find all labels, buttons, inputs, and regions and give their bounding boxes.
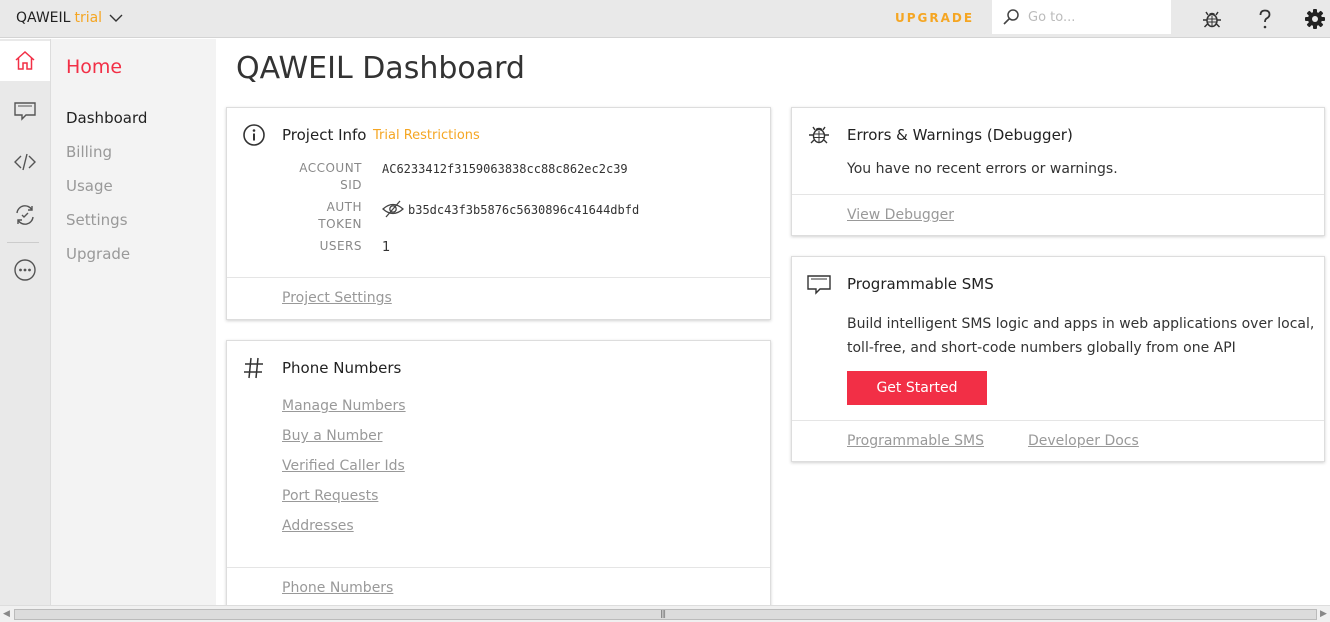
sidebar-item-billing[interactable]: Billing (66, 143, 112, 161)
account-sid-label: ACCOUNT SID (299, 161, 362, 192)
account-name: QAWEIL (16, 10, 71, 26)
scrollbar-grip-icon: ||| (660, 609, 666, 618)
debugger-button[interactable] (1201, 8, 1223, 30)
eye-slash-icon (382, 200, 404, 218)
rail-more[interactable] (0, 250, 50, 290)
users-value: 1 (382, 240, 391, 255)
account-sid-value[interactable]: AC6233412f3159063838cc88c862ec2c39 (382, 162, 628, 176)
bug-icon (1203, 11, 1221, 28)
phone-numbers-footer-link[interactable]: Phone Numbers (282, 580, 393, 596)
sidebar: Home Dashboard Billing Usage Settings Up… (51, 39, 216, 605)
search-box[interactable] (992, 0, 1171, 34)
chat-icon (806, 271, 832, 297)
upgrade-link[interactable]: UPGRADE (895, 11, 974, 25)
chat-icon (14, 102, 36, 121)
horizontal-scrollbar[interactable]: ◀ ||| ▶ (0, 605, 1330, 622)
rail-runtime[interactable] (0, 195, 50, 235)
phone-numbers-card: Phone Numbers Manage Numbers Buy a Numbe… (226, 340, 771, 605)
hash-icon (241, 355, 267, 381)
info-icon (241, 122, 267, 148)
help-icon (1259, 9, 1271, 29)
sms-description: Build intelligent SMS logic and apps in … (847, 316, 1315, 356)
programmable-sms-card: Programmable SMS Build intelligent SMS l… (791, 256, 1325, 462)
icon-rail (0, 39, 51, 605)
developer-docs-link[interactable]: Developer Docs (1028, 433, 1139, 449)
more-icon (14, 259, 36, 281)
project-info-card: Project Info Trial Restrictions ACCOUNT … (226, 107, 771, 320)
buy-number-link[interactable]: Buy a Number (282, 428, 382, 444)
users-label: USERS (319, 239, 362, 253)
programmable-sms-title: Programmable SMS (847, 275, 994, 293)
addresses-link[interactable]: Addresses (282, 518, 354, 534)
port-requests-link[interactable]: Port Requests (282, 488, 378, 504)
page-title: QAWEIL Dashboard (236, 51, 525, 86)
help-button[interactable] (1254, 8, 1276, 30)
account-switcher[interactable]: QAWEIL trial (16, 10, 123, 26)
verified-caller-ids-link[interactable]: Verified Caller Ids (282, 458, 405, 474)
rail-developer[interactable] (0, 142, 50, 182)
top-bar: QAWEIL trial UPGRADE (0, 0, 1330, 38)
account-type: trial (74, 10, 103, 26)
project-info-title: Project Info (282, 126, 367, 144)
main-content: QAWEIL Dashboard Project Info Trial Rest… (216, 39, 1330, 605)
gear-icon (1305, 9, 1325, 29)
phone-numbers-title: Phone Numbers (282, 359, 402, 377)
search-input[interactable] (1028, 9, 1158, 25)
sidebar-item-usage[interactable]: Usage (66, 177, 113, 195)
project-settings-link[interactable]: Project Settings (282, 290, 392, 306)
rail-messaging[interactable] (0, 91, 50, 131)
settings-button[interactable] (1304, 8, 1326, 30)
auth-token-value[interactable]: b35dc43f3b5876c5630896c41644dbfd (408, 203, 639, 217)
sidebar-item-settings[interactable]: Settings (66, 211, 128, 229)
scroll-left-arrow[interactable]: ◀ (3, 609, 10, 619)
rail-divider (7, 242, 39, 243)
sync-icon (16, 205, 34, 225)
card-footer: Project Settings (227, 277, 770, 320)
code-icon (14, 153, 36, 171)
toggle-token-visibility[interactable] (382, 199, 404, 219)
trial-restrictions-link[interactable]: Trial Restrictions (373, 128, 480, 143)
manage-numbers-link[interactable]: Manage Numbers (282, 398, 406, 414)
home-icon (15, 50, 35, 70)
sidebar-item-dashboard[interactable]: Dashboard (66, 109, 147, 127)
errors-warnings-card: Errors & Warnings (Debugger) You have no… (791, 107, 1325, 236)
card-footer: View Debugger (792, 194, 1324, 236)
programmable-sms-link[interactable]: Programmable SMS (847, 433, 984, 449)
search-icon (1003, 9, 1019, 25)
errors-warnings-title: Errors & Warnings (Debugger) (847, 126, 1073, 144)
sidebar-item-upgrade[interactable]: Upgrade (66, 245, 130, 263)
auth-token-label: AUTH TOKEN (318, 200, 362, 231)
bug-icon (806, 122, 832, 148)
scroll-right-arrow[interactable]: ▶ (1320, 609, 1327, 619)
get-started-button[interactable]: Get Started (847, 371, 987, 405)
rail-home[interactable] (0, 41, 50, 81)
scrollbar-thumb[interactable] (14, 609, 1317, 620)
card-footer: Programmable SMS Developer Docs (792, 420, 1324, 462)
view-debugger-link[interactable]: View Debugger (847, 207, 954, 223)
no-errors-message: You have no recent errors or warnings. (847, 161, 1118, 177)
sidebar-section-title[interactable]: Home (66, 56, 122, 78)
chevron-down-icon (109, 14, 123, 22)
card-footer: Phone Numbers (227, 567, 770, 605)
